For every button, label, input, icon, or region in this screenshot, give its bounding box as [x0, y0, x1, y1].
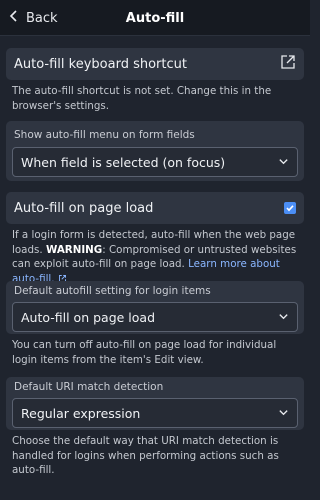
- shortcut-card[interactable]: Auto-fill keyboard shortcut: [6, 48, 304, 80]
- show-menu-card: Show auto-fill menu on form fields When …: [6, 121, 304, 181]
- uri-match-label: Default URI match detection: [14, 381, 164, 393]
- page-load-card[interactable]: Auto-fill on page load: [6, 192, 304, 224]
- uri-match-select[interactable]: Regular expression: [12, 398, 298, 428]
- warning-label: WARNING: [45, 243, 103, 256]
- page-load-help: If a login form is detected, auto-fill w…: [12, 228, 300, 286]
- page-load-checkbox[interactable]: [284, 202, 296, 214]
- page-title: Auto-fill: [125, 10, 185, 26]
- shortcut-label: Auto-fill keyboard shortcut: [14, 56, 187, 72]
- default-login-label: Default autofill setting for login items: [14, 285, 211, 297]
- page-load-label: Auto-fill on page load: [14, 200, 154, 216]
- chevron-down-icon: [278, 310, 289, 325]
- default-login-card: Default autofill setting for login items…: [6, 281, 304, 334]
- uri-match-help: Choose the default way that URI match de…: [12, 435, 279, 476]
- uri-match-value: Regular expression: [21, 405, 141, 421]
- header-bar: Back Auto-fill: [0, 0, 310, 36]
- show-menu-label: Show auto-fill menu on form fields: [14, 129, 195, 141]
- uri-match-card: Default URI match detection Regular expr…: [6, 377, 304, 430]
- default-login-help: You can turn off auto-fill on page load …: [12, 339, 277, 366]
- default-login-value: Auto-fill on page load: [21, 309, 156, 325]
- external-link-icon[interactable]: [280, 54, 296, 74]
- shortcut-help: The auto-fill shortcut is not set. Chang…: [12, 85, 272, 112]
- chevron-down-icon: [278, 406, 289, 421]
- chevron-down-icon: [278, 155, 289, 170]
- default-login-select[interactable]: Auto-fill on page load: [12, 302, 298, 332]
- show-menu-value: When field is selected (on focus): [21, 154, 226, 170]
- show-menu-select[interactable]: When field is selected (on focus): [12, 147, 298, 177]
